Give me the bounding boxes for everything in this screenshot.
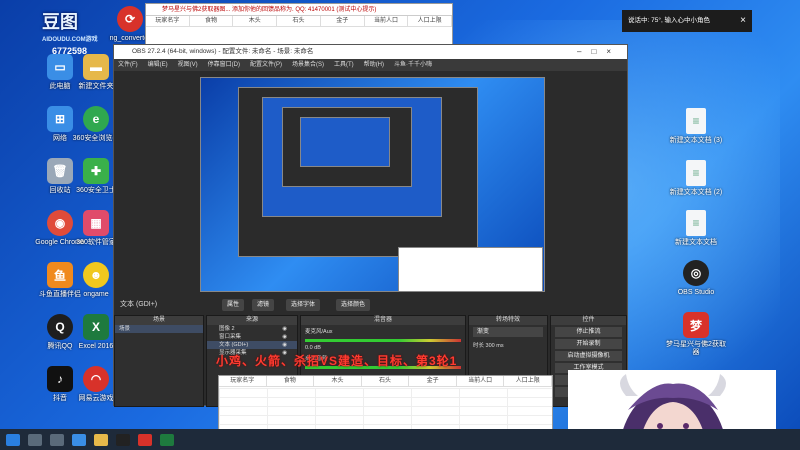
menu-tools[interactable]: 工具(T) xyxy=(334,59,354,71)
transitions-header: 转场特效 xyxy=(469,316,547,325)
stream-overlay-text: 小鸡、火箭、杀招VS建造、目标、第3轮1 xyxy=(216,354,458,368)
source-toolbar: 文本 (GDI+) 属性 滤镜 选择字体 选择颜色 xyxy=(114,297,627,313)
brand-url: AIDOUDU.COM游戏 xyxy=(42,37,98,43)
start-recording-button[interactable]: 开始录制 xyxy=(555,339,622,349)
window-controls[interactable]: –□× xyxy=(577,45,621,59)
source-item[interactable]: 文本 (GDI+) ◉ xyxy=(207,341,297,349)
source-item[interactable]: 窗口采集 ◉ xyxy=(207,333,297,341)
column-header[interactable]: 当前人口 xyxy=(365,16,409,26)
transition-duration: 时长 300 ms xyxy=(473,343,504,349)
start-icon[interactable] xyxy=(6,433,20,446)
menu-help[interactable]: 帮助(H) xyxy=(364,59,384,71)
converter-icon: ⟳ xyxy=(117,6,143,32)
scene-item[interactable]: 场景 xyxy=(115,325,203,333)
source-item[interactable]: 图像 2 ◉ xyxy=(207,325,297,333)
tool-taskbar-icon[interactable] xyxy=(138,433,152,446)
notice-text: 说话中: 75°, 输入心中小角色 xyxy=(628,17,711,24)
task-view-icon[interactable] xyxy=(50,433,64,446)
column-header[interactable]: 玩家名字 xyxy=(219,376,267,386)
eye-icon[interactable]: ◉ xyxy=(282,325,287,333)
desktop-icon-obs[interactable]: ◎ OBS Studio xyxy=(666,260,726,297)
column-header[interactable]: 石头 xyxy=(362,376,410,386)
desktop-icon-text-doc-3[interactable]: ≡ 新建文本文档 (3) xyxy=(666,108,726,145)
sources-header: 来源 xyxy=(207,316,297,325)
folder-taskbar-icon[interactable] xyxy=(94,433,108,446)
duration-input[interactable]: 300 ms xyxy=(486,343,504,349)
eye-icon[interactable]: ◉ xyxy=(282,333,287,341)
mixer-header: 混音器 xyxy=(301,316,465,325)
obs-icon: ◎ xyxy=(683,260,709,286)
chat-notice: 说话中: 75°, 输入心中小角色 × xyxy=(622,10,752,32)
mixer-channel-label: 麦克风/Aux xyxy=(305,329,333,335)
preview-nested-desktop-2 xyxy=(300,117,390,167)
stop-streaming-button[interactable]: 停止推流 xyxy=(555,327,622,337)
excel-icon: X xyxy=(83,314,109,340)
column-header[interactable]: 木头 xyxy=(233,16,278,26)
search-icon[interactable] xyxy=(28,433,42,446)
excel-taskbar-icon[interactable] xyxy=(160,433,174,446)
column-header[interactable]: 人口上限 xyxy=(504,376,553,386)
menu-scene-collection[interactable]: 场景集合(S) xyxy=(292,59,324,71)
transition-select[interactable]: 渐变 xyxy=(473,327,543,337)
properties-button[interactable]: 属性 xyxy=(222,299,245,311)
document-icon: ≡ xyxy=(686,210,706,236)
excel-top-title: 梦马星兴与佛2获取器图... 添加你他的回馈品称为. QQ: 41470001 … xyxy=(146,4,452,16)
menu-file[interactable]: 文件(F) xyxy=(118,59,138,71)
browser-icon: e xyxy=(83,106,109,132)
column-header[interactable]: 当前人口 xyxy=(457,376,505,386)
column-header[interactable]: 木头 xyxy=(314,376,362,386)
column-header[interactable]: 食物 xyxy=(267,376,315,386)
obs-preview[interactable] xyxy=(200,77,545,292)
menu-douyu[interactable]: 斗鱼·千千小嗨 xyxy=(394,59,432,71)
select-color-button[interactable]: 选择颜色 xyxy=(336,299,371,311)
obs-menubar: 文件(F) 编辑(E) 视图(V) 停靠窗口(D) 配置文件(P) 场景集合(S… xyxy=(114,59,627,71)
brand-logo: 豆图 xyxy=(42,12,78,33)
folder-icon: ▬ xyxy=(83,54,109,80)
volume-meter xyxy=(305,339,461,342)
menu-profile[interactable]: 配置文件(P) xyxy=(250,59,282,71)
obs-title: OBS 27.2.4 (64-bit, windows) - 配置文件: 未命名… xyxy=(132,48,314,55)
obs-taskbar-icon[interactable] xyxy=(116,433,130,446)
excel-top-header-row: 玩家名字 食物 木头 石头 金子 当前人口 人口上限 xyxy=(146,16,453,27)
excel-window-top[interactable]: 梦马星兴与佛2获取器图... 添加你他的回馈品称为. QQ: 41470001 … xyxy=(145,3,453,45)
column-header[interactable]: 人口上限 xyxy=(408,16,453,26)
column-header[interactable]: 食物 xyxy=(190,16,234,26)
taskbar xyxy=(0,429,800,450)
desktop-icon-text-doc-2[interactable]: ≡ 新建文本文档 (2) xyxy=(666,160,726,197)
filters-button[interactable]: 滤镜 xyxy=(252,299,275,311)
column-header[interactable]: 玩家名字 xyxy=(146,16,190,26)
column-header[interactable]: 石头 xyxy=(277,16,321,26)
controls-header: 控件 xyxy=(551,316,626,325)
column-header[interactable]: 金子 xyxy=(321,16,365,26)
scenes-dock: 场景 场景 xyxy=(114,315,204,407)
menu-docks[interactable]: 停靠窗口(D) xyxy=(208,59,240,71)
menu-edit[interactable]: 编辑(E) xyxy=(148,59,168,71)
desktop-icon-tool[interactable]: 梦梦马星兴与佛2获取器 xyxy=(666,312,726,357)
virtual-camera-button[interactable]: 启动虚拟摄像机 xyxy=(555,351,622,361)
scenes-header: 场景 xyxy=(115,316,203,325)
game-icon: ☻ xyxy=(83,262,109,288)
brand-block: 豆图 AIDOUDU.COM游戏 6772598 xyxy=(42,8,98,56)
document-icon: ≡ xyxy=(686,160,706,186)
close-icon[interactable]: × xyxy=(740,10,746,32)
browser-taskbar-icon[interactable] xyxy=(72,433,86,446)
cloud-game-icon: ◠ xyxy=(83,366,109,392)
eye-icon[interactable]: ◉ xyxy=(282,341,287,349)
mixer-db: 0.0 dB xyxy=(305,345,321,351)
source-type-label: 文本 (GDI+) xyxy=(120,301,158,308)
tool-icon: 梦 xyxy=(683,312,709,338)
column-header[interactable]: 金子 xyxy=(409,376,457,386)
desktop-icon-text-doc[interactable]: ≡ 新建文本文档 xyxy=(666,210,726,247)
document-icon: ≡ xyxy=(686,108,706,134)
excel-bottom-header-row: 玩家名字 食物 木头 石头 金子 当前人口 人口上限 xyxy=(219,376,553,387)
preview-excel xyxy=(398,247,543,292)
shield-icon: ✚ xyxy=(83,158,109,184)
obs-titlebar[interactable]: OBS 27.2.4 (64-bit, windows) - 配置文件: 未命名… xyxy=(114,45,627,59)
select-font-button[interactable]: 选择字体 xyxy=(286,299,321,311)
menu-view[interactable]: 视图(V) xyxy=(178,59,198,71)
apps-icon: ▦ xyxy=(83,210,109,236)
